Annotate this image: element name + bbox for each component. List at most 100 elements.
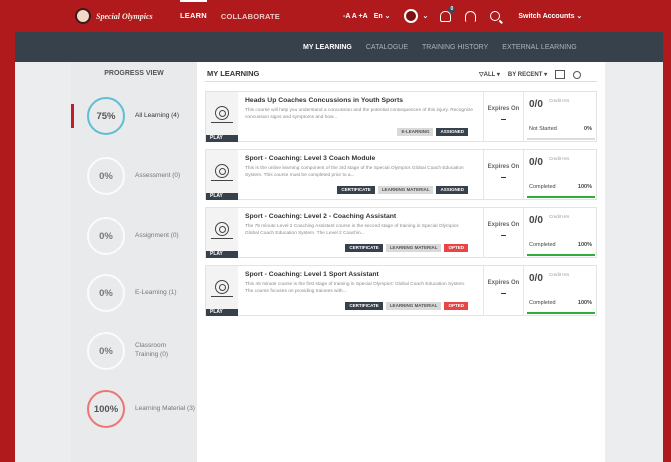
sub-nav: MY LEARNING CATALOGUE TRAINING HISTORY E… (15, 32, 663, 62)
expires-column: Expires On – (483, 92, 523, 142)
play-button[interactable]: PLAY (206, 251, 238, 258)
progress-item-e-learning[interactable]: 0% E-Learning (1) (87, 273, 197, 313)
credit-column: 0/0 Credit Hrs Completed 100% (523, 208, 598, 258)
course-type-icon (215, 280, 229, 294)
expires-column: Expires On – (483, 266, 523, 316)
tab-external-learning[interactable]: EXTERNAL LEARNING (502, 44, 576, 51)
course-description: This course will help you understand a c… (245, 108, 473, 120)
play-button[interactable]: PLAY (206, 309, 238, 316)
progress-view-title: PROGRESS VIEW (104, 70, 164, 77)
course-thumbnail[interactable]: PLAY (206, 92, 238, 142)
profile-chevron-icon[interactable]: ⌄ (422, 12, 428, 20)
search-icon[interactable] (573, 70, 582, 79)
tab-my-learning[interactable]: MY LEARNING (303, 44, 352, 51)
expires-column: Expires On – (483, 150, 523, 200)
course-tag: LEARNING MATERIAL (385, 302, 442, 310)
status-text: Not Started (529, 126, 557, 132)
play-button[interactable]: PLAY (206, 135, 238, 142)
credit-column: 0/0 Credit Hrs Completed 100% (523, 266, 598, 316)
headset-icon[interactable] (465, 10, 477, 22)
notification-badge: 0 (448, 5, 456, 13)
font-size-controls[interactable]: -A A +A (343, 13, 368, 20)
course-card[interactable]: PLAY Heads Up Coaches Concussions in You… (205, 91, 597, 142)
course-tag: LEARNING MATERIAL (385, 244, 442, 252)
switch-accounts-button[interactable]: Switch Accounts ⌄ (518, 12, 582, 20)
course-thumbnail[interactable]: PLAY (206, 208, 238, 258)
expires-label: Expires On (487, 222, 520, 228)
progress-ring: 75% (87, 97, 125, 135)
progress-ring: 0% (87, 157, 125, 195)
course-description: This is the online learning component of… (245, 166, 464, 178)
course-card[interactable]: PLAY Sport - Coaching: Level 1 Sport Ass… (205, 265, 597, 316)
course-title[interactable]: Sport - Coaching: Level 1 Sport Assistan… (245, 271, 379, 278)
filter-bar: ▽ALL ▾ BY RECENT ▾ (479, 70, 582, 79)
expires-value: – (500, 114, 507, 125)
filter-all-dropdown[interactable]: ▽ALL ▾ (479, 71, 500, 78)
progress-item-classroom-training[interactable]: 0% Classroom Training (0) (87, 331, 197, 371)
course-tags: CERTIFICATE LEARNING MATERIAL OPTED (345, 302, 468, 310)
progress-bar (527, 196, 595, 198)
sort-dropdown[interactable]: BY RECENT ▾ (508, 71, 547, 78)
status-text: Completed (529, 242, 556, 248)
course-tags: CERTIFICATE LEARNING MATERIAL ASSIGNED (337, 186, 468, 194)
credit-column: 0/0 Credit Hrs Not Started 0% (523, 92, 598, 142)
expires-label: Expires On (487, 164, 520, 170)
status-text: Completed (529, 300, 556, 306)
course-tag: ASSIGNED (436, 128, 468, 136)
course-tag: OPTED (444, 302, 468, 310)
course-type-icon (215, 222, 229, 236)
course-tag: ASSIGNED (436, 186, 468, 194)
course-icon-base (211, 236, 233, 239)
expires-value: – (500, 172, 507, 183)
course-tag: OPTED (444, 244, 468, 252)
expires-value: – (500, 230, 507, 241)
profile-avatar-icon[interactable] (404, 9, 419, 23)
progress-label: Assignment (0) (135, 231, 179, 239)
progress-item-learning-material[interactable]: 100% Learning Material (3) (87, 389, 197, 429)
course-title[interactable]: Sport - Coaching: Level 2 - Coaching Ass… (245, 213, 396, 220)
course-card[interactable]: PLAY Sport - Coaching: Level 3 Coach Mod… (205, 149, 597, 200)
logo-icon (75, 8, 91, 24)
credit-hours: 0/0 (529, 99, 543, 110)
filter-all-label: ALL ▾ (483, 72, 500, 78)
credit-hours-label: Credit Hrs (549, 272, 570, 277)
bell-icon[interactable]: 0 (440, 5, 456, 22)
course-title[interactable]: Heads Up Coaches Concussions in Youth Sp… (245, 97, 403, 104)
play-button[interactable]: PLAY (206, 193, 238, 200)
tab-training-history[interactable]: TRAINING HISTORY (422, 44, 488, 51)
course-title[interactable]: Sport - Coaching: Level 3 Coach Module (245, 155, 375, 162)
nav-learn[interactable]: LEARN (180, 0, 207, 32)
nav-collaborate[interactable]: COLLABORATE (221, 12, 280, 21)
progress-percent: 100% (577, 300, 592, 306)
course-tags: E-LEARNING ASSIGNED (397, 128, 468, 136)
progress-item-all-learning[interactable]: 75% All Learning (4) (87, 96, 197, 136)
credit-hours: 0/0 (529, 157, 543, 168)
progress-item-assignment[interactable]: 0% Assignment (0) (87, 216, 197, 256)
progress-percent: 100% (577, 242, 592, 248)
credit-column: 0/0 Credit Hrs Completed 100% (523, 150, 598, 200)
course-thumbnail[interactable]: PLAY (206, 150, 238, 200)
course-tags: CERTIFICATE LEARNING MATERIAL OPTED (345, 244, 468, 252)
progress-item-assessment[interactable]: 0% Assessment (0) (87, 156, 197, 196)
tab-catalogue[interactable]: CATALOGUE (366, 44, 408, 51)
progress-ring: 0% (87, 274, 125, 312)
progress-label: Assessment (0) (135, 171, 181, 179)
progress-bar (527, 138, 595, 140)
expires-label: Expires On (487, 280, 520, 286)
calendar-icon[interactable] (555, 70, 566, 79)
top-right-controls: -A A +A En ⌄ ⌄ 0 Switch Accounts ⌄ (343, 0, 588, 32)
course-thumbnail[interactable]: PLAY (206, 266, 238, 316)
search-icon[interactable] (490, 11, 501, 21)
progress-bar-fill (527, 312, 595, 314)
status-text: Completed (529, 184, 556, 190)
course-description: This 45 minute course is the first stage… (245, 282, 466, 294)
app-window: Special Olympics LEARN COLLABORATE -A A … (15, 0, 663, 462)
course-card[interactable]: PLAY Sport - Coaching: Level 2 - Coachin… (205, 207, 597, 258)
credit-hours: 0/0 (529, 215, 543, 226)
course-type-icon (215, 164, 229, 178)
language-select[interactable]: En ⌄ (374, 12, 391, 20)
my-learning-main: MY LEARNING ▽ALL ▾ BY RECENT ▾ PLAY Head… (197, 62, 605, 462)
course-tag: CERTIFICATE (337, 186, 375, 194)
logo[interactable]: Special Olympics (75, 8, 153, 24)
course-icon-base (211, 178, 233, 181)
